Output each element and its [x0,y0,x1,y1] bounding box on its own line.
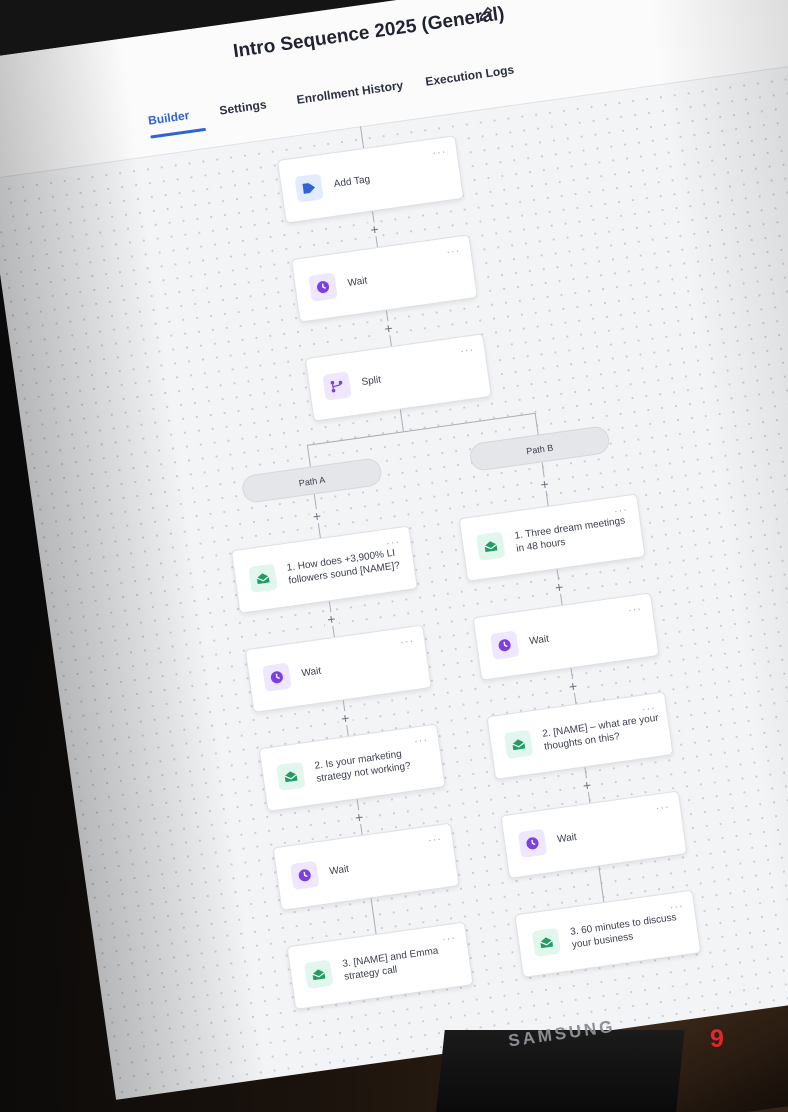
tab-builder[interactable]: Builder [147,108,190,128]
more-options-icon[interactable]: ··· [669,900,685,914]
clock-icon [489,630,520,660]
email-icon [303,959,334,990]
step-label: Wait [528,633,550,648]
step-label: Wait [328,863,350,878]
more-options-icon[interactable]: ··· [627,603,643,617]
step-label: 1. How does +3,900% LI followers sound [… [286,547,401,587]
email-icon [248,563,278,593]
add-step-plus-icon[interactable]: + [536,476,553,493]
step-label: 3. [NAME] and Emma strategy call [341,945,440,983]
step-split[interactable]: Split ··· [304,333,492,422]
clock-icon [290,860,320,891]
connector-line [399,409,404,432]
email-icon [476,531,506,561]
add-step-plus-icon[interactable]: + [337,710,354,727]
path-a-label[interactable]: Path A [240,456,384,505]
connector-line [598,866,605,903]
more-options-icon[interactable]: ··· [655,801,671,815]
step-email[interactable]: 2. Is your marketing strategy not workin… [258,723,446,812]
add-step-plus-icon[interactable]: + [366,221,383,238]
more-options-icon[interactable]: ··· [441,932,457,946]
more-options-icon[interactable]: ··· [446,245,462,259]
add-step-plus-icon[interactable]: + [351,809,368,826]
connector-line [360,126,365,149]
more-options-icon[interactable]: ··· [413,734,429,748]
add-step-plus-icon[interactable]: + [308,508,325,525]
connector-line [370,898,377,935]
step-label: Wait [347,275,369,290]
monitor-screen: Intro Sequence 2025 (General) Builder Se… [0,0,788,1100]
step-label: Add Tag [333,174,371,191]
connector-line [306,444,311,467]
step-wait[interactable]: Wait ··· [290,234,479,323]
step-label: Split [360,374,382,389]
step-email[interactable]: 1. Three dream meetings in 48 hours ··· [458,493,646,582]
more-options-icon[interactable]: ··· [399,635,415,649]
step-wait[interactable]: Wait ··· [244,624,432,713]
tab-execution-logs[interactable]: Execution Logs [424,62,514,88]
more-options-icon[interactable]: ··· [460,344,476,358]
edit-pencil-icon[interactable] [476,5,496,25]
more-options-icon[interactable]: ··· [427,833,443,847]
step-label: 2. [NAME] – what are your thoughts on th… [541,712,660,753]
clock-icon [308,272,338,302]
step-wait[interactable]: Wait ··· [272,822,460,911]
step-email[interactable]: 2. [NAME] – what are your thoughts on th… [486,691,674,780]
add-step-plus-icon[interactable]: + [579,777,595,794]
more-options-icon[interactable]: ··· [641,702,657,716]
step-email[interactable]: 3. [NAME] and Emma strategy call ··· [286,921,474,1010]
tag-icon [294,173,324,203]
step-email[interactable]: 3. 60 minutes to discuss your business ·… [514,889,702,978]
step-label: 3. 60 minutes to discuss your business [569,912,678,951]
add-step-plus-icon[interactable]: + [380,320,397,337]
tab-settings[interactable]: Settings [219,97,268,117]
tab-enrollment-history[interactable]: Enrollment History [296,78,404,107]
email-icon [531,927,562,958]
add-step-plus-icon[interactable]: + [551,579,568,596]
email-icon [503,729,534,759]
clock-icon [262,662,292,692]
connector-line [534,412,539,435]
step-wait[interactable]: Wait ··· [500,790,688,879]
step-email[interactable]: 1. How does +3,900% LI followers sound [… [230,525,418,614]
more-options-icon[interactable]: ··· [386,536,402,550]
add-step-plus-icon[interactable]: + [565,678,581,695]
step-wait[interactable]: Wait ··· [472,592,660,681]
step-label: 1. Three dream meetings in 48 hours [513,515,626,555]
page-number: 9 [710,1025,724,1053]
step-add-tag[interactable]: Add Tag ··· [276,135,465,224]
photo-stage: Intro Sequence 2025 (General) Builder Se… [0,0,788,1112]
path-b-label[interactable]: Path B [468,424,611,473]
add-step-plus-icon[interactable]: + [323,611,340,628]
branch-icon [322,371,352,401]
clock-icon [517,828,548,859]
more-options-icon[interactable]: ··· [432,146,448,160]
step-label: 2. Is your marketing strategy not workin… [313,748,412,785]
active-tab-indicator [150,127,207,139]
email-icon [276,761,306,792]
more-options-icon[interactable]: ··· [613,504,629,518]
step-label: Wait [556,831,578,846]
step-label: Wait [300,665,322,680]
